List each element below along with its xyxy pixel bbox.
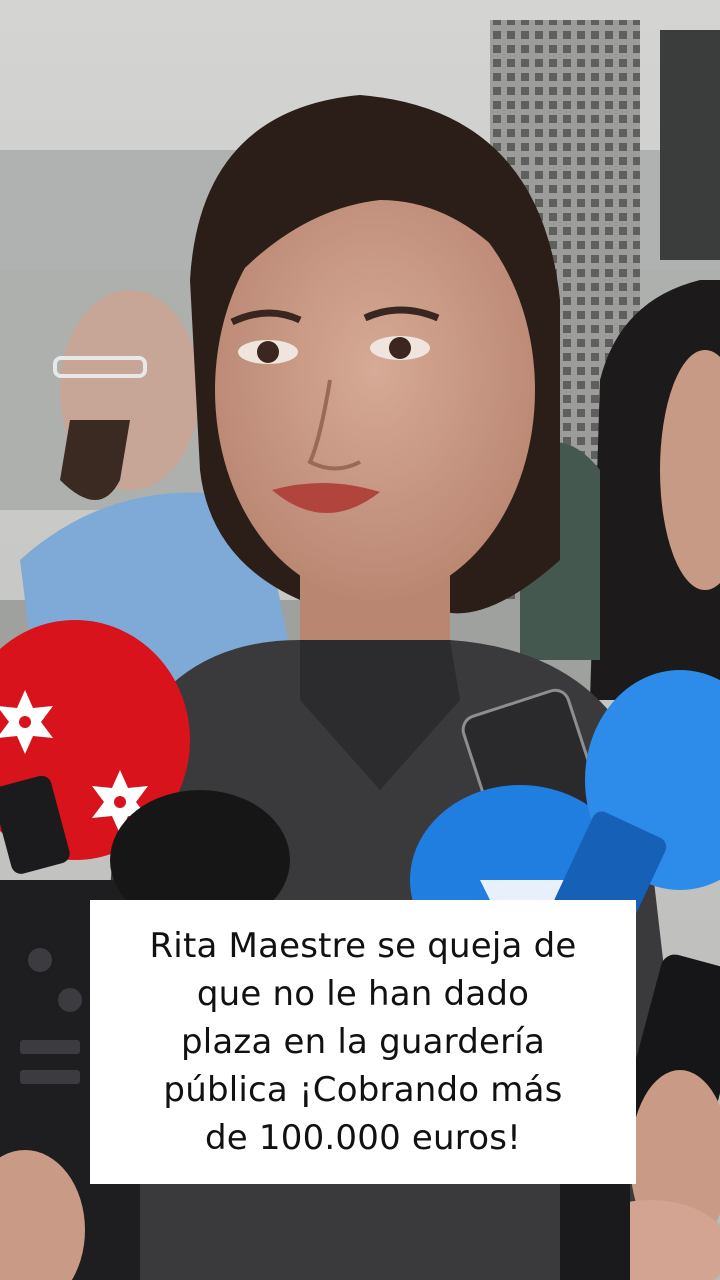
caption-line: pública ¡Cobrando más <box>163 1070 563 1110</box>
caption-box: Rita Maestre se queja de que no le han d… <box>90 900 636 1184</box>
caption-line: que no le han dado <box>196 974 530 1014</box>
caption-line: de 100.000 euros! <box>205 1118 521 1158</box>
caption-text: Rita Maestre se queja de que no le han d… <box>149 922 576 1162</box>
dark-doorway <box>660 30 720 260</box>
caption-line: plaza en la guardería <box>180 1022 545 1062</box>
video-frame: Rita Maestre se queja de que no le han d… <box>0 0 720 1280</box>
caption-line: Rita Maestre se queja de <box>149 926 577 966</box>
